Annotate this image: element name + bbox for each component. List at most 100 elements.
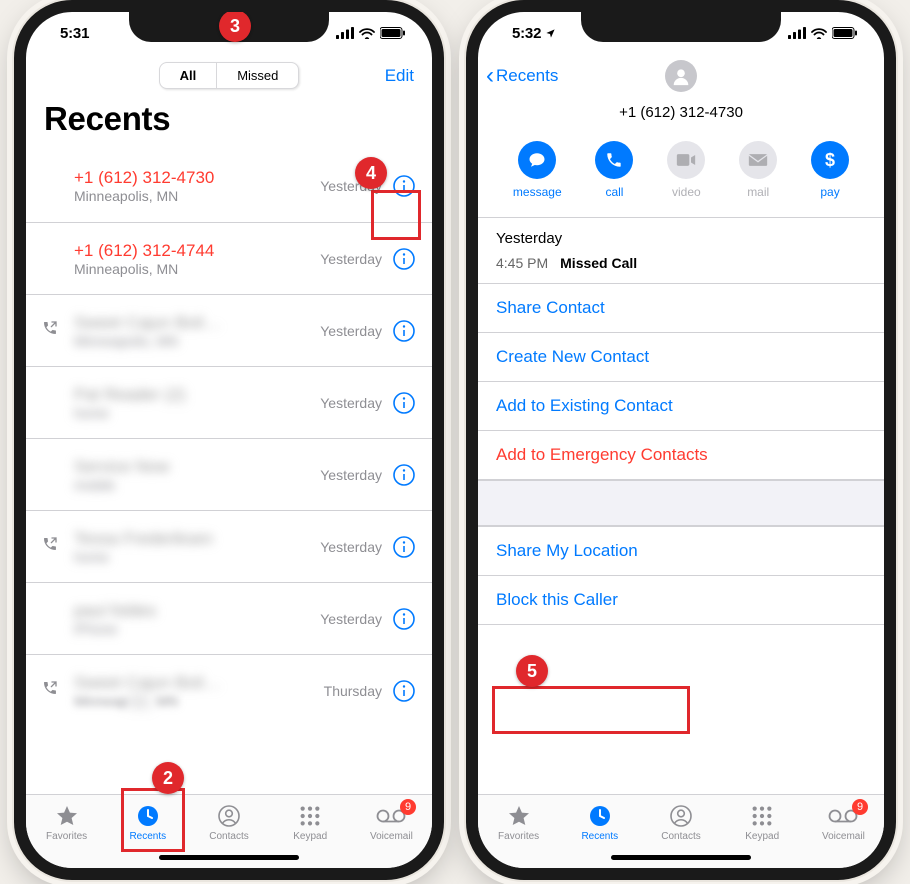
segment-missed[interactable]: Missed <box>216 63 298 88</box>
tab-favorites[interactable]: Favorites <box>478 795 559 850</box>
info-button[interactable] <box>392 535 416 559</box>
tab-contacts[interactable]: Contacts <box>640 795 721 850</box>
call-time: Yesterday <box>320 539 382 555</box>
tab-voicemail[interactable]: 9 Voicemail <box>351 795 432 850</box>
call-row[interactable]: Tessa Frederiksen home Yesterday <box>26 510 432 582</box>
section-gap <box>478 480 884 526</box>
phone-icon <box>605 151 623 169</box>
call-log-time: 4:45 PM <box>496 255 548 271</box>
battery-icon <box>380 27 406 39</box>
tab-keypad[interactable]: Keypad <box>270 795 351 850</box>
info-button[interactable] <box>392 679 416 703</box>
keypad-icon <box>751 804 773 828</box>
outgoing-call-icon <box>42 536 74 557</box>
location-arrow-icon <box>545 28 556 39</box>
page-title: Recents <box>26 98 432 150</box>
callout-badge-5: 5 <box>516 655 548 687</box>
info-button[interactable] <box>392 607 416 631</box>
device-notch <box>581 12 781 42</box>
tab-label: Recents <box>129 831 166 842</box>
share-contact-button[interactable]: Share Contact <box>478 284 884 332</box>
tab-recents[interactable]: Recents <box>559 795 640 850</box>
clock-icon <box>136 804 160 828</box>
clock-icon <box>588 804 612 828</box>
tab-voicemail[interactable]: 9 Voicemail <box>803 795 884 850</box>
call-number: paul foldes <box>74 601 314 621</box>
info-button[interactable] <box>392 174 416 198</box>
tab-keypad[interactable]: Keypad <box>722 795 803 850</box>
call-subtitle: home <box>74 549 314 565</box>
create-new-contact-button[interactable]: Create New Contact <box>478 332 884 381</box>
call-row[interactable]: Pat Reader (2) home Yesterday <box>26 366 432 438</box>
call-row[interactable]: Service Now mobile Yesterday <box>26 438 432 510</box>
action-label: video <box>672 185 701 199</box>
outgoing-call-icon <box>42 680 74 701</box>
star-icon <box>54 804 80 828</box>
callout-badge-2: 2 <box>152 762 184 794</box>
wifi-icon <box>359 27 375 39</box>
contact-links-group-2: Share My Location Block this Caller <box>478 526 884 625</box>
mail-icon <box>748 153 768 167</box>
action-video: video <box>667 141 705 199</box>
edit-button[interactable]: Edit <box>385 66 414 86</box>
call-subtitle: Minneapolis, MN <box>74 261 314 277</box>
call-log-day: Yesterday <box>496 230 866 247</box>
call-number: +1 (612) 312-4730 <box>74 168 314 188</box>
segment-all[interactable]: All <box>160 63 217 88</box>
tab-label: Keypad <box>293 831 327 842</box>
tab-label: Contacts <box>661 831 700 842</box>
tab-label: Contacts <box>209 831 248 842</box>
call-row[interactable]: Sweet Cajun Boil… Minneapolis, MN Yester… <box>26 294 432 366</box>
call-number: Service Now <box>74 457 314 477</box>
voicemail-badge: 9 <box>852 799 868 815</box>
info-button[interactable] <box>392 319 416 343</box>
recents-list[interactable]: +1 (612) 312-4730 Minneapolis, MN Yester… <box>26 150 432 794</box>
add-emergency-contact-button[interactable]: Add to Emergency Contacts <box>478 430 884 479</box>
action-label: pay <box>820 185 839 199</box>
tab-label: Voicemail <box>370 831 413 842</box>
call-log-section: Yesterday 4:45 PM Missed Call <box>478 218 884 283</box>
tab-contacts[interactable]: Contacts <box>188 795 269 850</box>
info-button[interactable] <box>392 391 416 415</box>
action-pay[interactable]: $ pay <box>811 141 849 199</box>
block-this-caller-button[interactable]: Block this Caller <box>478 575 884 624</box>
call-row[interactable]: Sweet Cajun Boil… Minneapolis, MN Thursd… <box>26 654 432 726</box>
phone-frame-left: 3 4 2 5:31 All Missed Edit Recents +1 (6… <box>14 0 444 880</box>
call-row[interactable]: +1 (612) 312-4744 Minneapolis, MN Yester… <box>26 222 432 294</box>
phone-frame-right: 5 5:32 ‹ Recents +1 (612) 312-4730 messa… <box>466 0 896 880</box>
action-message[interactable]: message <box>513 141 562 199</box>
add-existing-contact-button[interactable]: Add to Existing Contact <box>478 381 884 430</box>
contact-links-group: Share Contact Create New Contact Add to … <box>478 283 884 480</box>
info-button[interactable] <box>392 463 416 487</box>
call-time: Yesterday <box>320 251 382 267</box>
status-icons <box>336 27 406 39</box>
tab-recents[interactable]: Recents <box>107 795 188 850</box>
nav-bar: ‹ Recents <box>478 54 884 98</box>
call-row[interactable]: paul foldes iPhone Yesterday <box>26 582 432 654</box>
tab-label: Keypad <box>745 831 779 842</box>
action-label: call <box>605 185 623 199</box>
tab-favorites[interactable]: Favorites <box>26 795 107 850</box>
back-button[interactable]: ‹ Recents <box>486 64 558 88</box>
cellular-signal-icon <box>788 27 806 39</box>
contact-actions: message call video mail $ pay <box>478 133 884 218</box>
share-my-location-button[interactable]: Share My Location <box>478 527 884 575</box>
call-number: Tessa Frederiksen <box>74 529 314 549</box>
call-subtitle: Minneapolis, MN <box>74 693 318 709</box>
wifi-icon <box>811 27 827 39</box>
person-icon <box>217 804 241 828</box>
call-time: Thursday <box>324 683 382 699</box>
callout-badge-3: 3 <box>219 10 251 42</box>
call-time: Yesterday <box>320 323 382 339</box>
tab-label: Favorites <box>46 831 87 842</box>
home-indicator <box>611 855 751 860</box>
person-silhouette-icon <box>670 65 692 87</box>
action-call[interactable]: call <box>595 141 633 199</box>
call-subtitle: home <box>74 405 314 421</box>
segmented-control[interactable]: All Missed <box>159 62 300 89</box>
info-button[interactable] <box>392 247 416 271</box>
tab-label: Recents <box>581 831 618 842</box>
outgoing-call-icon <box>42 320 74 341</box>
action-label: mail <box>747 185 769 199</box>
status-time: 5:32 <box>512 25 541 42</box>
